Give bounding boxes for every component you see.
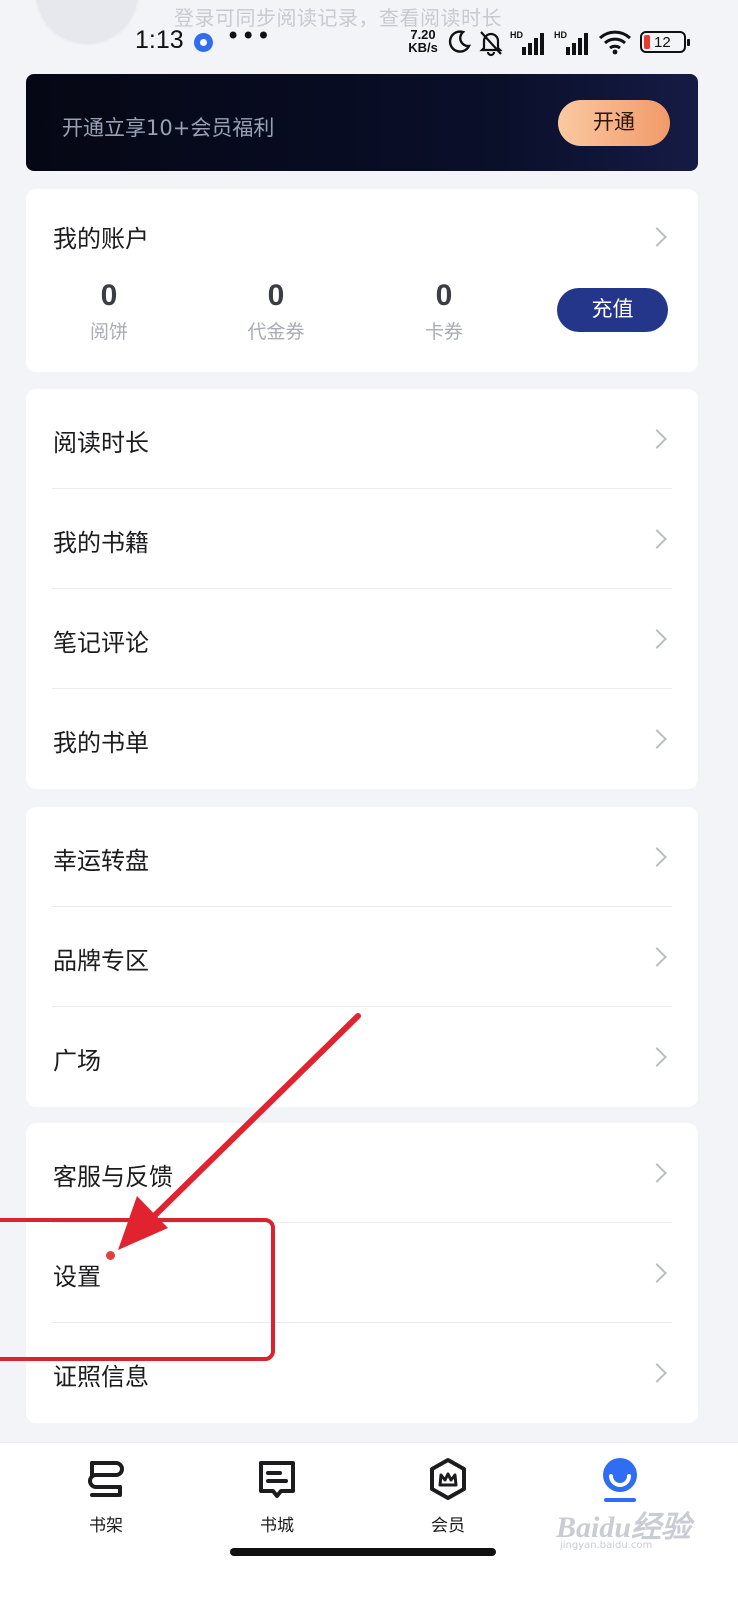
chevron-right-icon [647,629,667,649]
chevron-right-icon[interactable] [647,227,667,247]
open-vip-button[interactable]: 开通 [558,100,670,146]
vip-banner[interactable]: 开通立享10+会员福利 开通 [26,74,698,171]
menu-item-lucky-wheel[interactable]: 幸运转盘 [26,807,698,907]
menu-item-booklist[interactable]: 我的书单 [26,689,698,789]
bookshelf-icon [88,1461,124,1497]
menu-item-square[interactable]: 广场 [26,1007,698,1107]
tab-bookshelf[interactable]: 书架 [46,1455,166,1536]
app-notification-icon [194,33,213,52]
chevron-right-icon [647,1363,667,1383]
recharge-button[interactable]: 充值 [557,288,668,332]
member-icon [430,1458,466,1500]
more-notifications-icon: ••• [226,22,272,50]
menu-item-brand-zone[interactable]: 品牌专区 [26,907,698,1007]
chevron-right-icon [647,847,667,867]
menu-card-activities: 幸运转盘 品牌专区 广场 [26,807,698,1107]
menu-card-reading: 阅读时长 我的书籍 笔记评论 我的书单 [26,389,698,789]
home-indicator [230,1548,496,1556]
account-card: 我的账户 0 阅饼 0 代金券 0 卡券 充值 [26,189,698,372]
bookstore-icon [259,1461,295,1498]
moon-icon [448,30,472,53]
stat-card-coupon[interactable]: 0 卡券 [384,279,504,344]
chevron-right-icon [647,1047,667,1067]
chevron-right-icon [647,529,667,549]
vip-banner-text: 开通立享10+会员福利 [62,116,275,140]
chevron-right-icon [647,729,667,749]
svg-text:HD: HD [510,30,523,40]
watermark-url: jingyan.baidu.com [560,1540,653,1551]
stat-voucher[interactable]: 0 代金券 [216,279,336,344]
battery-icon: 12 [640,31,690,53]
wifi-icon [598,30,632,55]
account-title[interactable]: 我的账户 [53,219,149,254]
tab-member[interactable]: 会员 [388,1455,508,1536]
tab-bookstore[interactable]: 书城 [217,1455,337,1536]
svg-text:HD: HD [554,30,567,40]
chevron-right-icon [647,947,667,967]
chevron-right-icon [647,1263,667,1283]
stat-yuebing[interactable]: 0 阅饼 [49,279,169,344]
chevron-right-icon [647,1163,667,1183]
hd-signal-icon: HD [510,30,544,55]
menu-item-my-books[interactable]: 我的书籍 [26,489,698,589]
profile-icon [603,1458,637,1502]
menu-item-reading-time[interactable]: 阅读时长 [26,389,698,489]
status-time: 1:13 [135,26,184,54]
annotation-highlight-box [0,1218,275,1361]
status-bar: 1:13 ••• 7.20 KB/s HD HD 12 [0,22,738,62]
hd-signal-icon: HD [554,30,588,55]
menu-item-notes[interactable]: 笔记评论 [26,589,698,689]
bell-off-icon [479,31,503,57]
chevron-right-icon [647,429,667,449]
menu-item-feedback[interactable]: 客服与反馈 [26,1123,698,1223]
network-speed: 7.20 KB/s [408,27,438,55]
